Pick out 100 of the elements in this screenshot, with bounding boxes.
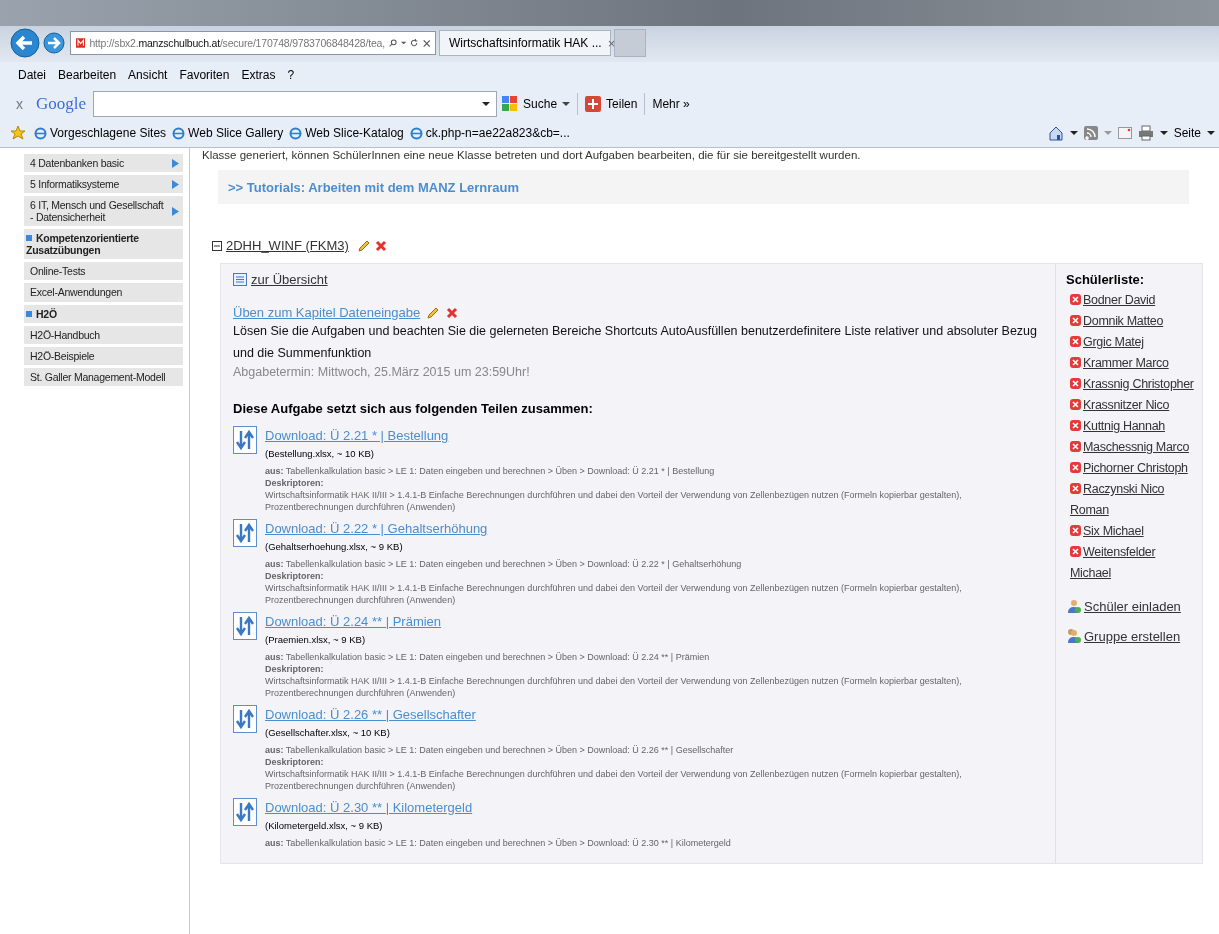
student-link[interactable]: Grgic Matej <box>1070 332 1194 353</box>
delete-icon[interactable] <box>374 239 387 252</box>
page-menu[interactable]: Seite <box>1173 126 1201 140</box>
action-link[interactable]: Gruppe erstellen <box>1084 628 1181 644</box>
remove-icon[interactable] <box>1070 294 1081 305</box>
remove-icon[interactable] <box>1070 483 1081 494</box>
descriptor-label: Deskriptoren: <box>265 756 325 768</box>
dropdown-icon[interactable] <box>482 100 491 108</box>
student-link[interactable]: Bodner David <box>1070 290 1194 311</box>
favorite-link[interactable]: Web Slice Gallery <box>172 126 284 140</box>
file-info: (Bestellung.xlsx, ~ 10 KB) <box>265 448 376 459</box>
home-icon[interactable] <box>1047 125 1064 141</box>
overview-link[interactable]: zur Übersicht <box>251 272 328 287</box>
person-icon <box>1066 598 1082 614</box>
feed-icon[interactable] <box>1083 126 1098 140</box>
sidebar-item[interactable]: H2Ö <box>24 304 183 323</box>
remove-icon[interactable] <box>1070 462 1081 473</box>
source-path: aus: Tabellenkalkulation basic > LE 1: Daten eingeben und berechnen > Üben > Download: Ü 2.26 ** | Gesellschafter <box>265 744 735 756</box>
remove-icon[interactable] <box>1070 336 1081 347</box>
delete-icon[interactable] <box>446 306 459 319</box>
menu-item[interactable]: Extras <box>241 68 276 82</box>
descriptor-label: Deskriptoren: <box>265 477 325 489</box>
descriptor-label: Deskriptoren: <box>265 663 325 675</box>
close-icon[interactable] <box>422 37 430 49</box>
descriptor-text: Wirtschaftsinformatik HAK II/III > 1.4.1-B Einfache Berechnungen durchführen und dabei den Vorteil der Verwendung von Zellenbezügen nutzen (Formeln kopierbar gestalten), Prozentberechnungen durchführen (Anwenden) <box>265 675 963 699</box>
favorite-link[interactable]: Vorgeschlagene Sites <box>34 126 167 140</box>
share-button[interactable]: Teilen <box>606 97 638 111</box>
remove-icon[interactable] <box>1070 399 1081 410</box>
up-down-arrows-icon[interactable] <box>233 798 257 826</box>
menu-item[interactable]: Ansicht <box>128 68 168 82</box>
student-link[interactable]: Pichorner Christoph <box>1070 458 1194 479</box>
parts-heading: Diese Aufgabe setzt sich aus folgenden Teilen zusammen: <box>233 401 594 416</box>
browser-page-icon <box>409 126 423 140</box>
class-link[interactable]: 2DHH_WINF (FKM3) <box>226 238 349 253</box>
pencil-icon[interactable] <box>356 238 371 253</box>
favorite-link[interactable]: Web Slice-Katalog <box>289 126 404 140</box>
intro-text: Klasse generiert, können SchülerInnen eine neue Klasse betreten und dort Aufgaben bearbeiten, die für sie bereitgestellt wurden. <box>202 148 862 162</box>
up-down-arrows-icon[interactable] <box>233 612 257 640</box>
descriptor-text: Wirtschaftsinformatik HAK II/III > 1.4.1-B Einfache Berechnungen durchführen und dabei den Vorteil der Verwendung von Zellenbezügen nutzen (Formeln kopierbar gestalten), Prozentberechnungen durchführen (Anwenden) <box>265 582 963 606</box>
sidebar-item[interactable]: 6 IT, Mensch und Gesellschaft - Datensicherheit <box>24 196 183 227</box>
close-toolbar-button[interactable]: x <box>16 96 23 112</box>
remove-icon[interactable] <box>1070 357 1081 368</box>
search-button[interactable]: Suche <box>523 97 558 111</box>
file-info: (Praemien.xlsx, ~ 9 KB) <box>265 634 367 645</box>
student-link[interactable]: Six Michael <box>1070 521 1194 542</box>
task-description: Lösen Sie die Aufgaben und beachten Sie die gelerneten Bereiche Shortcuts AutoAusfüllen benutzerdefinitere Liste relativer und absoluter Bezug und die Summenfunktion <box>233 323 1039 362</box>
sidebar-item[interactable]: St. Galler Management-Modell <box>24 367 183 386</box>
source-path: aus: Tabellenkalkulation basic > LE 1: Daten eingeben und berechnen > Üben > Download: Ü 2.30 ** | Kilometergeld <box>265 837 731 849</box>
dropdown-icon[interactable] <box>401 39 407 47</box>
student-link[interactable]: Kuttnig Hannah <box>1070 416 1194 437</box>
remove-icon[interactable] <box>1070 525 1081 536</box>
more-button[interactable]: Mehr » <box>652 97 690 111</box>
browser-page-icon <box>34 126 47 140</box>
search-icon[interactable] <box>388 37 398 49</box>
star-icon[interactable] <box>10 125 28 141</box>
student-link[interactable]: Raczynski Nico Roman <box>1070 479 1194 521</box>
sidebar-item[interactable]: 5 Informatiksysteme <box>24 175 183 194</box>
sidebar-item[interactable]: H2Ö-Beispiele <box>24 346 183 365</box>
google-logo: Google <box>36 94 87 114</box>
up-down-arrows-icon[interactable] <box>233 426 257 454</box>
file-info: (Gehaltserhoehung.xlsx, ~ 9 KB) <box>265 541 404 552</box>
remove-icon[interactable] <box>1070 546 1081 557</box>
address-field[interactable]: http://sbx2.manzschulbuch.at/secure/170748/9783706848428/tea, <box>70 31 436 55</box>
dropdown-icon[interactable] <box>1069 129 1078 137</box>
menu-item[interactable]: Favoriten <box>179 68 230 82</box>
menu-item[interactable]: Datei <box>18 68 46 82</box>
menu-item[interactable]: Bearbeiten <box>58 68 117 82</box>
remove-icon[interactable] <box>1070 315 1081 326</box>
back-icon[interactable] <box>10 28 40 58</box>
dropdown-icon[interactable] <box>1159 129 1168 137</box>
source-path: aus: Tabellenkalkulation basic > LE 1: Daten eingeben und berechnen > Üben > Download: Ü 2.21 * | Bestellung <box>265 465 716 477</box>
student-link[interactable]: Domnik Matteo <box>1070 311 1194 332</box>
mail-icon[interactable] <box>1117 127 1132 139</box>
dropdown-icon[interactable] <box>562 100 571 108</box>
search-field[interactable] <box>93 91 498 117</box>
collapse-icon[interactable] <box>212 240 222 251</box>
sidebar-item[interactable]: Online-Tests <box>24 262 183 281</box>
up-down-arrows-icon[interactable] <box>233 705 257 733</box>
sidebar-item[interactable]: Excel-Anwendungen <box>24 283 183 302</box>
sidebar-item[interactable]: 4 Datenbanken basic <box>24 154 183 173</box>
student-link[interactable]: Krammer Marco <box>1070 353 1194 374</box>
menu-item[interactable]: ? <box>287 68 295 82</box>
pencil-icon[interactable] <box>426 305 441 320</box>
sidebar-item[interactable]: H2Ö-Handbuch <box>24 325 183 344</box>
dropdown-icon[interactable] <box>1207 129 1215 137</box>
print-icon[interactable] <box>1137 125 1154 141</box>
favorite-link[interactable]: ck.php-n=ae22a823&cb=... <box>409 126 570 140</box>
student-link[interactable]: Maschessnig Marco <box>1070 437 1194 458</box>
action-link[interactable]: Schüler einladen <box>1084 598 1181 614</box>
remove-icon[interactable] <box>1070 378 1081 389</box>
remove-icon[interactable] <box>1070 441 1081 452</box>
sidebar-item[interactable]: Kompetenzorientierte Zusatzübungen <box>24 229 183 260</box>
refresh-icon[interactable] <box>410 37 419 49</box>
remove-icon[interactable] <box>1070 420 1081 431</box>
up-down-arrows-icon[interactable] <box>233 519 257 547</box>
student-link[interactable]: Weitensfelder Michael <box>1070 542 1194 584</box>
student-link[interactable]: Krassnig Christopher <box>1070 374 1194 395</box>
student-link[interactable]: Krassnitzer Nico <box>1070 395 1194 416</box>
forward-icon[interactable] <box>43 32 65 54</box>
descriptor-text: Wirtschaftsinformatik HAK II/III > 1.4.1-B Einfache Berechnungen durchführen und dabei den Vorteil der Verwendung von Zellenbezügen nutzen (Formeln kopierbar gestalten), Prozentberechnungen durchführen (Anwenden) <box>265 489 963 513</box>
